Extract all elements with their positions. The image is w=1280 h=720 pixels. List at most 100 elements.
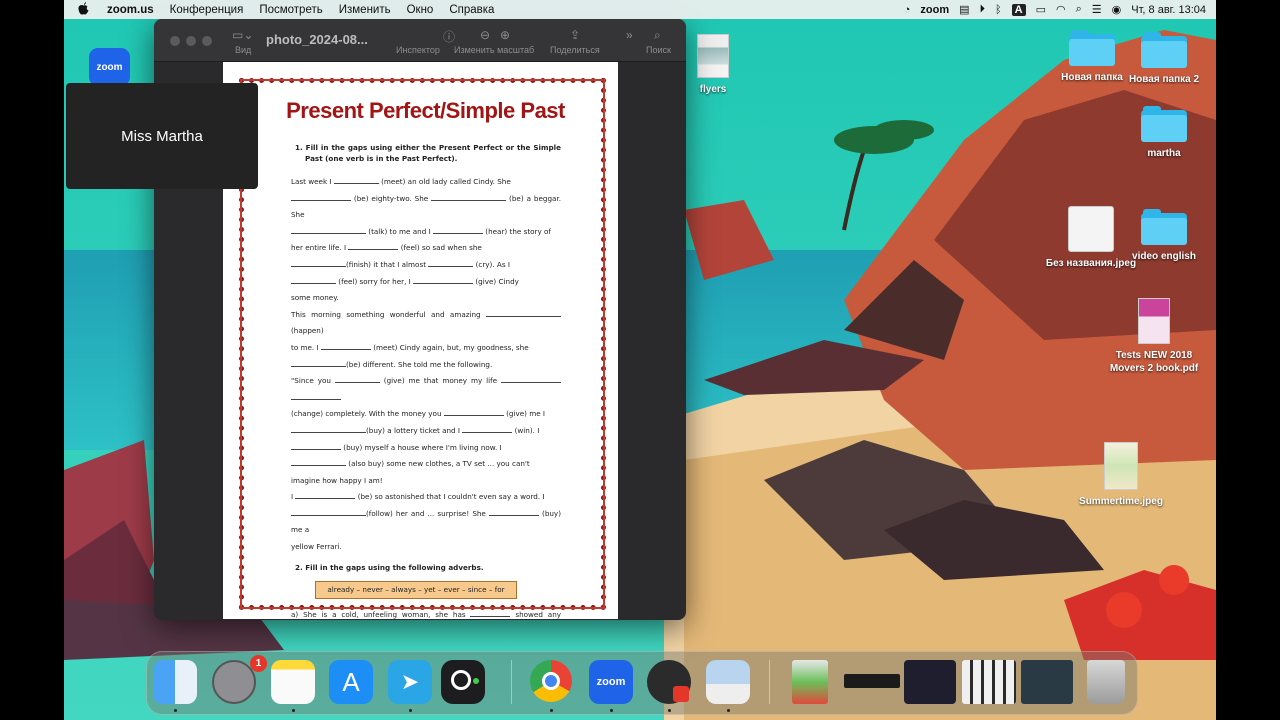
line-text: (win). I [512, 425, 540, 435]
line-text: (finish) it that I almost [346, 259, 429, 269]
desktop-item-video-english[interactable]: video english [1119, 209, 1209, 264]
menu-edit[interactable]: Изменить [331, 4, 399, 16]
answer-gap [295, 492, 356, 500]
participant-video-tile[interactable]: Miss Martha [66, 83, 258, 189]
line-text: (give) me that money my life [379, 376, 502, 386]
exercise-1-line: (also buy) some new clothes, a TV set ..… [291, 456, 561, 473]
line-text: her entire life. I [291, 243, 349, 253]
thumbnail-1[interactable] [792, 660, 828, 704]
play-icon[interactable]: ⏵ [980, 3, 986, 16]
menu-app-name[interactable]: zoom.us [99, 4, 162, 16]
search-icon[interactable]: ⌕ [1076, 3, 1082, 16]
minimize-window-button[interactable] [186, 36, 196, 46]
share-icon[interactable]: ⇪ [570, 28, 580, 42]
line-text: yellow Ferrari. [291, 542, 342, 552]
stats-icon[interactable]: ▤ [959, 3, 969, 16]
desktop-item-label: video english [1132, 251, 1196, 262]
line-text: (give) me I [503, 409, 546, 419]
desktop-item-new-folder-2[interactable]: Новая папка 2 [1119, 32, 1209, 87]
zoom-out-icon[interactable]: ⊖ [480, 28, 490, 42]
finder-icon[interactable] [153, 660, 197, 704]
exercise-1-line: I (be) so astonished that I couldn't eve… [291, 489, 561, 506]
answer-gap [462, 426, 513, 433]
inspector-button-label[interactable]: Инспектор [396, 45, 440, 55]
camera-icon[interactable] [441, 660, 485, 704]
preview-icon[interactable] [706, 660, 750, 704]
scroll-icon[interactable]: ◔ [904, 4, 911, 16]
menu-help[interactable]: Справка [441, 4, 502, 16]
search-button-label[interactable]: Поиск [646, 45, 671, 55]
menu-window[interactable]: Окно [399, 4, 442, 16]
exercise-1-line: (be) eighty-two. She (be) a beggar. She [291, 191, 561, 224]
desktop-item-martha[interactable]: martha [1119, 106, 1209, 161]
line-text: (change) completely. With the money you [291, 409, 444, 419]
exercise-1-line: (change) completely. With the money you … [291, 406, 561, 423]
answer-gap [486, 310, 561, 317]
line-text: This morning something wonderful and ama… [291, 309, 486, 319]
more-tools-icon[interactable]: » [626, 28, 633, 42]
chrome-icon[interactable] [530, 660, 572, 702]
zoom-app-badge[interactable]: zoom [89, 48, 130, 86]
thumbnail-5[interactable] [1021, 660, 1073, 704]
line-text: (happen) [291, 326, 324, 336]
zoom-button-label[interactable]: Изменить масштаб [454, 45, 534, 55]
exercise-1-line: This morning something wonderful and ama… [291, 307, 561, 340]
search-toolbar-icon[interactable]: ⌕ [654, 28, 661, 43]
info-icon[interactable]: ⓘ [443, 28, 455, 45]
zoom-window-button[interactable] [202, 36, 212, 46]
thumbnail-4[interactable] [962, 660, 1016, 704]
notes-icon[interactable] [271, 660, 315, 704]
exercise-1-line: "Since you (give) me that money my life [291, 373, 562, 406]
view-button-label[interactable]: Вид [235, 45, 251, 55]
system-settings-icon[interactable] [212, 660, 256, 704]
menu-conference[interactable]: Конференция [162, 4, 252, 16]
answer-gap [428, 260, 474, 267]
desktop-item-tests-pdf[interactable]: Tests NEW 2018 Movers 2 book.pdf [1104, 298, 1204, 375]
share-button-label[interactable]: Поделиться [550, 45, 600, 55]
app-store-icon[interactable]: A [329, 660, 373, 704]
flyers-thumbnail-icon [697, 34, 729, 78]
answer-gap [291, 459, 346, 467]
menu-clock[interactable]: Чт, 8 авг. 13:04 [1131, 4, 1206, 16]
desktop-item-summertime-jpeg[interactable]: Summertime.jpeg [1076, 442, 1166, 509]
exercise-1-line: (talk) to me and I (hear) the story of [291, 224, 561, 241]
battery-icon[interactable]: ▭ [1036, 3, 1046, 16]
control-center-icon[interactable]: ☰ [1092, 3, 1102, 16]
siri-icon[interactable]: ◉ [1112, 3, 1122, 16]
thumbnail-2[interactable] [844, 674, 900, 688]
wifi-icon[interactable]: ◠ [1056, 3, 1066, 16]
answer-gap [413, 277, 474, 284]
line-text: to me. I [291, 342, 321, 352]
trash-icon[interactable] [1087, 660, 1125, 704]
zoom-status-label[interactable]: zoom [920, 4, 949, 16]
line-text: imagine how happy I am! [291, 475, 383, 485]
desktop-item-label: Новая папка 2 [1128, 74, 1200, 85]
zoom-icon[interactable]: zoom [589, 660, 633, 704]
close-window-button[interactable] [170, 36, 180, 46]
exercise-2-item-a: a) She is a cold, unfeeling woman, she h… [291, 609, 561, 620]
answer-gap [291, 277, 336, 284]
thumbnail-3[interactable] [904, 660, 956, 704]
zoom-in-icon[interactable]: ⊕ [500, 28, 510, 42]
answer-gap [470, 610, 511, 617]
item-a-text-start: a) She is a cold, unfeeling woman, she h… [291, 609, 471, 619]
line-text: (cry). As I [473, 259, 511, 269]
desktop-item-label: martha [1147, 148, 1181, 159]
exercise-1-line: (buy) myself a house where I'm living no… [291, 440, 561, 457]
participant-name: Miss Martha [121, 127, 203, 145]
desktop-item-label: Новая папка [1061, 72, 1123, 83]
sidebar-icon[interactable]: ▭⌄ [232, 28, 253, 42]
obs-icon[interactable] [647, 660, 691, 704]
keyboard-layout-icon[interactable]: A [1011, 3, 1026, 16]
adverbs-box: already – never – always – yet – ever – … [315, 580, 517, 599]
telegram-icon[interactable]: ➤ [388, 660, 432, 704]
document-page[interactable]: Present Perfect/Simple Past 1. Fill in t… [223, 62, 618, 619]
apple-menu-icon[interactable] [64, 1, 99, 18]
line-text: (be) different. She told me the followin… [346, 359, 493, 369]
line-text: (give) Cindy [473, 276, 519, 286]
answer-gap [488, 509, 539, 516]
exercise-1-line: some money. [291, 290, 561, 307]
bluetooth-icon[interactable]: ᛒ [995, 4, 1002, 16]
menu-view[interactable]: Посмотреть [251, 4, 330, 16]
window-title[interactable]: photo_2024-08... [266, 32, 368, 47]
